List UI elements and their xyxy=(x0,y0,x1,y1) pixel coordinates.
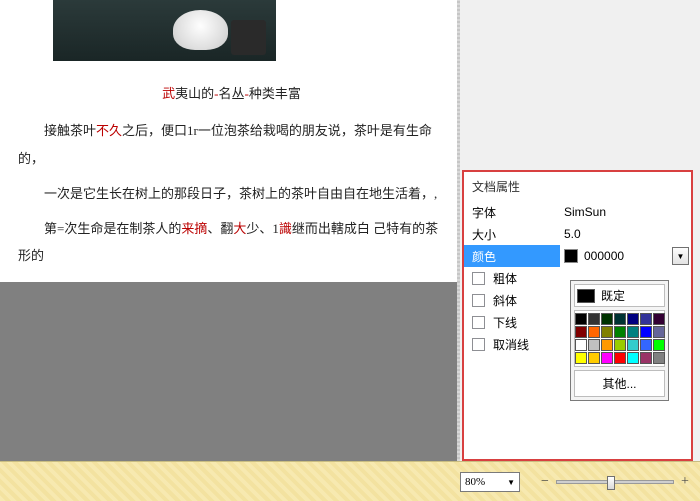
color-cell[interactable] xyxy=(575,326,587,338)
color-cell[interactable] xyxy=(588,326,600,338)
color-grid xyxy=(574,310,665,367)
color-cell[interactable] xyxy=(588,339,600,351)
doc-title: 武夷山的-名丛-种类丰富 xyxy=(18,80,445,107)
color-cell[interactable] xyxy=(640,339,652,351)
prop-label: 取消线 xyxy=(493,336,529,353)
color-cell[interactable] xyxy=(614,352,626,364)
title-frag: 武 xyxy=(162,86,175,101)
color-other-button[interactable]: 其他... xyxy=(574,370,665,397)
vertical-scrollbar[interactable] xyxy=(457,0,460,461)
checkbox[interactable] xyxy=(472,338,485,351)
color-cell[interactable] xyxy=(614,326,626,338)
document-canvas: 武夷山的-名丛-种类丰富 接触茶叶不久之后，便口1r一位泡茶给栽喝的朋友说，茶叶… xyxy=(0,0,457,461)
color-cell[interactable] xyxy=(601,352,613,364)
canvas-margin xyxy=(0,282,457,461)
status-bar: 80% ▼ − + xyxy=(0,461,700,501)
color-hex: 000000 xyxy=(584,249,624,263)
color-cell[interactable] xyxy=(627,352,639,364)
color-cell[interactable] xyxy=(627,313,639,325)
color-cell[interactable] xyxy=(575,313,587,325)
color-cell[interactable] xyxy=(575,352,587,364)
checkbox[interactable] xyxy=(472,294,485,307)
color-cell[interactable] xyxy=(640,352,652,364)
color-cell[interactable] xyxy=(640,326,652,338)
paragraph: 一次是它生长在树上的那段日子，茶树上的茶叶自由自在地生活着，, xyxy=(18,180,445,207)
tea-photo xyxy=(53,0,276,61)
dropdown-button[interactable]: ▼ xyxy=(672,247,689,265)
prop-label: 下线 xyxy=(493,314,517,331)
prop-value: 000000 ▼ xyxy=(560,245,691,267)
slider-track[interactable] xyxy=(556,480,674,484)
prop-value: SimSun xyxy=(560,205,691,219)
prop-label: 粗体 xyxy=(493,270,517,287)
panel-title: 文档属性 xyxy=(464,172,691,201)
chevron-down-icon: ▼ xyxy=(507,478,515,487)
color-cell[interactable] xyxy=(653,326,665,338)
color-cell[interactable] xyxy=(601,339,613,351)
color-cell[interactable] xyxy=(653,352,665,364)
prop-value: 5.0 xyxy=(560,227,691,241)
color-cell[interactable] xyxy=(614,339,626,351)
color-cell[interactable] xyxy=(588,352,600,364)
paragraph: 接触茶叶不久之后，便口1r一位泡茶给栽喝的朋友说，茶叶是有生命的， xyxy=(18,117,445,172)
color-cell[interactable] xyxy=(653,339,665,351)
checkbox[interactable] xyxy=(472,316,485,329)
prop-font[interactable]: 字体 SimSun xyxy=(464,201,691,223)
title-frag: 名丛 xyxy=(219,86,245,101)
color-cell[interactable] xyxy=(653,313,665,325)
color-cell[interactable] xyxy=(601,313,613,325)
color-default[interactable]: 既定 xyxy=(574,284,665,307)
default-swatch xyxy=(577,289,595,303)
zoom-value: 80% xyxy=(465,476,485,488)
color-cell[interactable] xyxy=(601,326,613,338)
prop-label: 大小 xyxy=(464,226,560,243)
prop-size[interactable]: 大小 5.0 xyxy=(464,223,691,245)
color-cell[interactable] xyxy=(627,326,639,338)
prop-label: 颜色 xyxy=(464,248,560,265)
zoom-select[interactable]: 80% ▼ xyxy=(460,472,520,492)
color-cell[interactable] xyxy=(627,339,639,351)
color-swatch xyxy=(564,249,578,263)
color-cell[interactable] xyxy=(588,313,600,325)
checkbox[interactable] xyxy=(472,272,485,285)
paragraph: 第=次生命是在制茶人的来摘、翻大少、1識继而出轄成白 己特有的茶形的 xyxy=(18,215,445,270)
color-picker-popup: 既定 其他... xyxy=(570,280,669,401)
zoom-slider[interactable]: − + xyxy=(540,474,690,490)
zoom-in-icon[interactable]: + xyxy=(680,474,690,490)
prop-color[interactable]: 颜色 000000 ▼ xyxy=(464,245,691,267)
zoom-out-icon[interactable]: − xyxy=(540,474,550,490)
color-cell[interactable] xyxy=(640,313,652,325)
default-label: 既定 xyxy=(601,287,625,304)
color-cell[interactable] xyxy=(575,339,587,351)
prop-label: 字体 xyxy=(464,204,560,221)
title-frag: 夷山的 xyxy=(175,86,214,101)
prop-label: 斜体 xyxy=(493,292,517,309)
slider-thumb[interactable] xyxy=(607,476,615,490)
title-frag: 种类丰富 xyxy=(249,86,301,101)
color-cell[interactable] xyxy=(614,313,626,325)
